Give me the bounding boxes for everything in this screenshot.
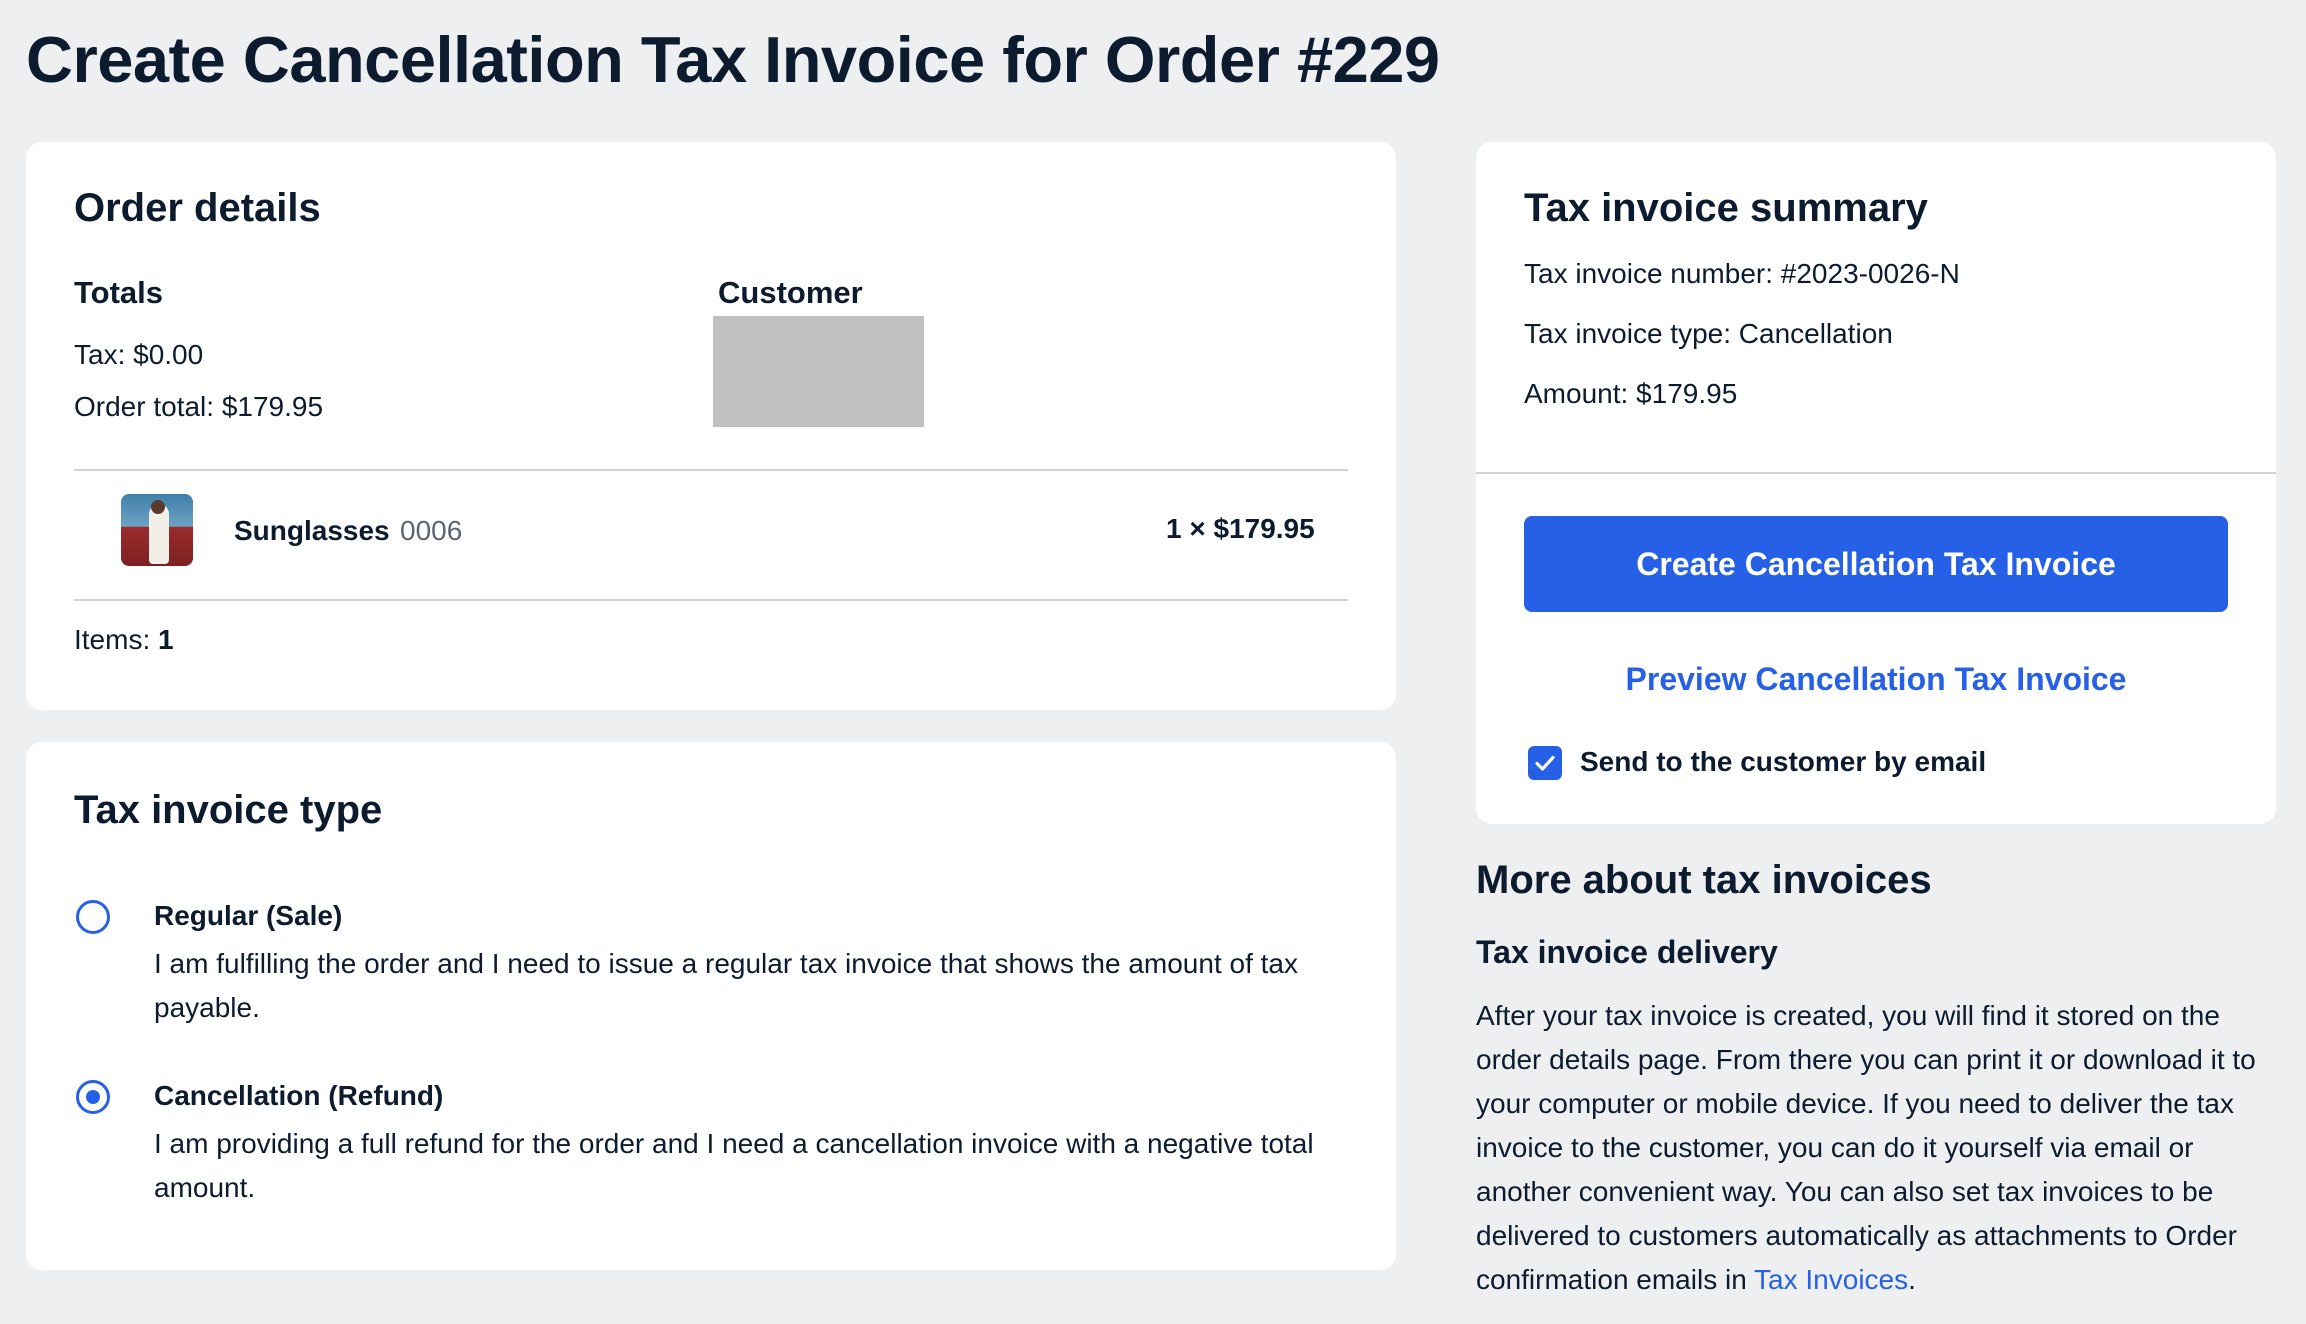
tax-line: Tax: $0.00 [74,339,204,370]
item-qty-price: 1 × $179.95 [1166,513,1315,544]
divider [74,599,1348,601]
more-about-heading: More about tax invoices [1476,858,1932,902]
send-email-label[interactable]: Send to the customer by email [1580,746,1986,778]
option-desc-cancellation: I am providing a full refund for the ord… [154,1128,1314,1203]
divider [1476,472,2276,474]
items-count: 1 [158,624,174,655]
send-email-checkbox[interactable] [1528,746,1562,780]
radio-regular-sale[interactable] [76,900,110,934]
tax-invoice-delivery-heading: Tax invoice delivery [1476,934,1778,970]
invoice-type-line: Tax invoice type: Cancellation [1524,318,1893,349]
order-total-line: Order total: $179.95 [74,391,324,422]
delivery-description: After your tax invoice is created, you w… [1476,994,2276,1302]
page-title: Create Cancellation Tax Invoice for Orde… [26,23,1440,96]
item-name: Sunglasses [234,515,390,546]
option-label-regular[interactable]: Regular (Sale) [154,900,342,932]
radio-cancellation-refund[interactable] [76,1080,110,1114]
order-details-title: Order details [74,186,321,230]
option-desc-regular: I am fulfilling the order and I need to … [154,948,1298,1023]
divider [74,469,1348,471]
customer-heading: Customer [718,275,863,310]
tax-invoice-type-card: Tax invoice type Regular (Sale) I am ful… [26,742,1396,1270]
tax-invoices-link[interactable]: Tax Invoices [1754,1264,1908,1295]
summary-title: Tax invoice summary [1524,186,1928,230]
customer-info-redacted [713,316,924,427]
items-count-line: Items: 1 [74,624,174,656]
preview-cancellation-invoice-link[interactable]: Preview Cancellation Tax Invoice [1524,654,2228,704]
create-cancellation-invoice-button[interactable]: Create Cancellation Tax Invoice [1524,516,2228,612]
product-thumbnail [121,494,193,566]
item-sku: 0006 [400,515,463,546]
totals-heading: Totals [74,275,163,310]
tax-invoice-summary-card: Tax invoice summary Tax invoice number: … [1476,142,2276,824]
items-label: Items: [74,624,159,655]
option-label-cancellation[interactable]: Cancellation (Refund) [154,1080,443,1112]
delivery-body-end: . [1908,1264,1916,1295]
tax-invoice-type-title: Tax invoice type [74,788,383,832]
delivery-body-text: After your tax invoice is created, you w… [1476,1000,2256,1295]
order-details-card: Order details Totals Tax: $0.00 Order to… [26,142,1396,710]
invoice-number-line: Tax invoice number: #2023-0026-N [1524,258,1960,289]
check-icon [1535,755,1555,771]
invoice-amount-line: Amount: $179.95 [1524,378,1738,409]
